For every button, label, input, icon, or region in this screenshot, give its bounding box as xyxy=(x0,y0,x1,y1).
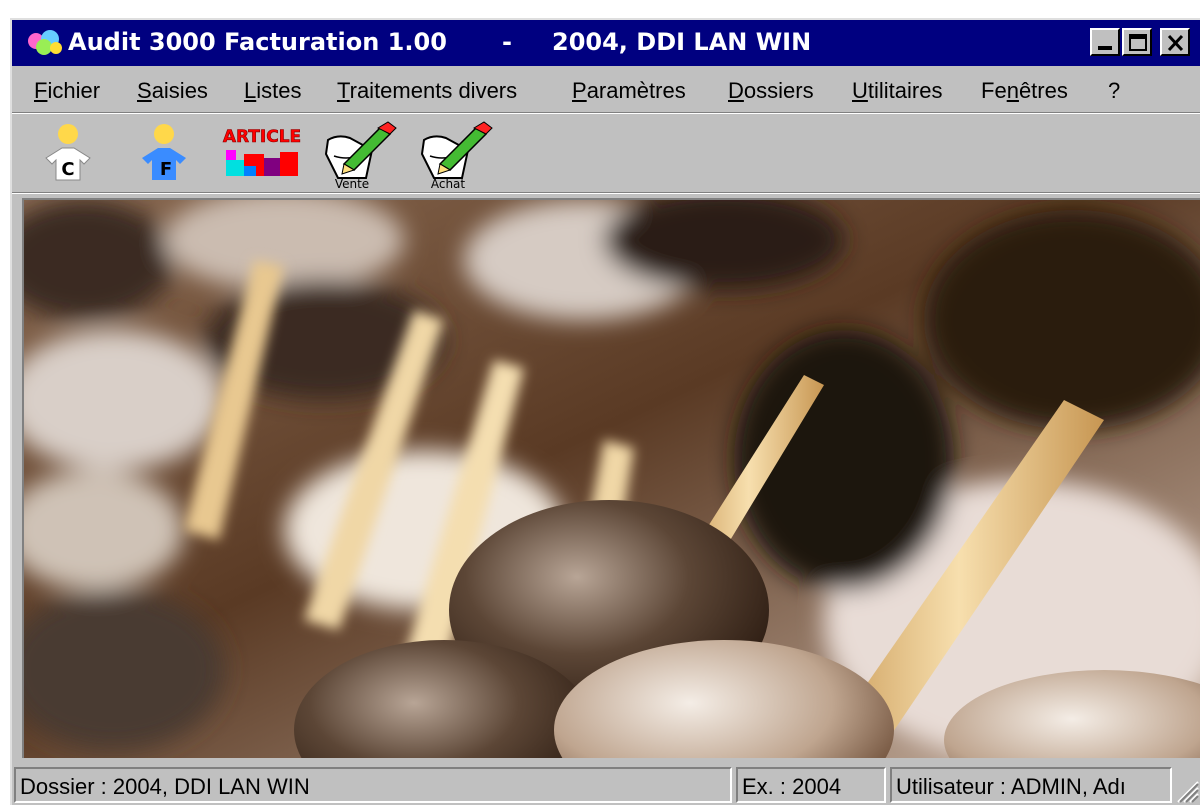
menu-fenetres[interactable]: Fenêtres xyxy=(981,78,1068,104)
maximize-icon xyxy=(1129,34,1147,51)
title-bar[interactable]: Audit 3000 Facturation 1.00 - 2004, DDI … xyxy=(12,20,1200,66)
svg-text:F: F xyxy=(160,159,172,180)
svg-text:Vente: Vente xyxy=(335,177,369,190)
abacus-background-image xyxy=(24,200,1200,758)
minimize-button[interactable] xyxy=(1090,28,1120,56)
toolbar: C F ARTICLE Vente Achat xyxy=(12,116,1200,191)
menu-listes[interactable]: Listes xyxy=(244,78,302,104)
article-icon: ARTICLE xyxy=(223,127,301,176)
status-user: Utilisateur : ADMIN, Adı xyxy=(890,767,1172,803)
client-button[interactable]: C xyxy=(40,120,96,189)
maximize-button[interactable] xyxy=(1122,28,1152,56)
menu-help[interactable]: ? xyxy=(1108,78,1120,104)
svg-text:ARTICLE: ARTICLE xyxy=(223,127,301,147)
close-icon xyxy=(1167,34,1184,52)
menu-fichier[interactable]: Fichier xyxy=(34,78,100,104)
menu-parametres[interactable]: Paramètres xyxy=(572,78,686,104)
svg-text:Achat: Achat xyxy=(431,177,466,190)
menu-traitements-divers[interactable]: Traitements divers xyxy=(337,78,517,104)
client-person-icon: C xyxy=(45,124,91,181)
menu-bar: Fichier Saisies Listes Traitements diver… xyxy=(12,70,1200,110)
sale-button[interactable]: Vente xyxy=(320,120,400,195)
article-button[interactable]: ARTICLE xyxy=(222,120,302,189)
svg-text:C: C xyxy=(61,159,74,180)
minimize-icon xyxy=(1098,46,1112,50)
menu-utilitaires[interactable]: Utilitaires xyxy=(852,78,942,104)
size-grip-icon[interactable] xyxy=(1172,776,1200,804)
window-title-app: Audit 3000 Facturation 1.00 xyxy=(68,28,447,56)
app-icon xyxy=(28,30,62,55)
app-window: Audit 3000 Facturation 1.00 - 2004, DDI … xyxy=(10,18,1200,805)
purchase-pen-icon: Achat xyxy=(420,121,493,191)
sale-pen-icon: Vente xyxy=(324,121,397,191)
window-title-document: 2004, DDI LAN WIN xyxy=(552,28,812,56)
supplier-button[interactable]: F xyxy=(136,120,192,189)
status-dossier: Dossier : 2004, DDI LAN WIN xyxy=(14,767,732,803)
menu-saisies[interactable]: Saisies xyxy=(137,78,208,104)
status-exercice: Ex. : 2004 xyxy=(736,767,886,803)
menu-dossiers[interactable]: Dossiers xyxy=(728,78,814,104)
menu-separator xyxy=(12,112,1200,114)
mdi-client-area[interactable] xyxy=(22,198,1200,758)
supplier-person-icon: F xyxy=(142,124,186,180)
purchase-button[interactable]: Achat xyxy=(416,120,496,195)
status-bar: Dossier : 2004, DDI LAN WIN Ex. : 2004 U… xyxy=(12,764,1200,805)
toolbar-separator xyxy=(12,192,1200,194)
window-title-separator: - xyxy=(502,28,512,56)
close-button[interactable] xyxy=(1160,28,1190,56)
